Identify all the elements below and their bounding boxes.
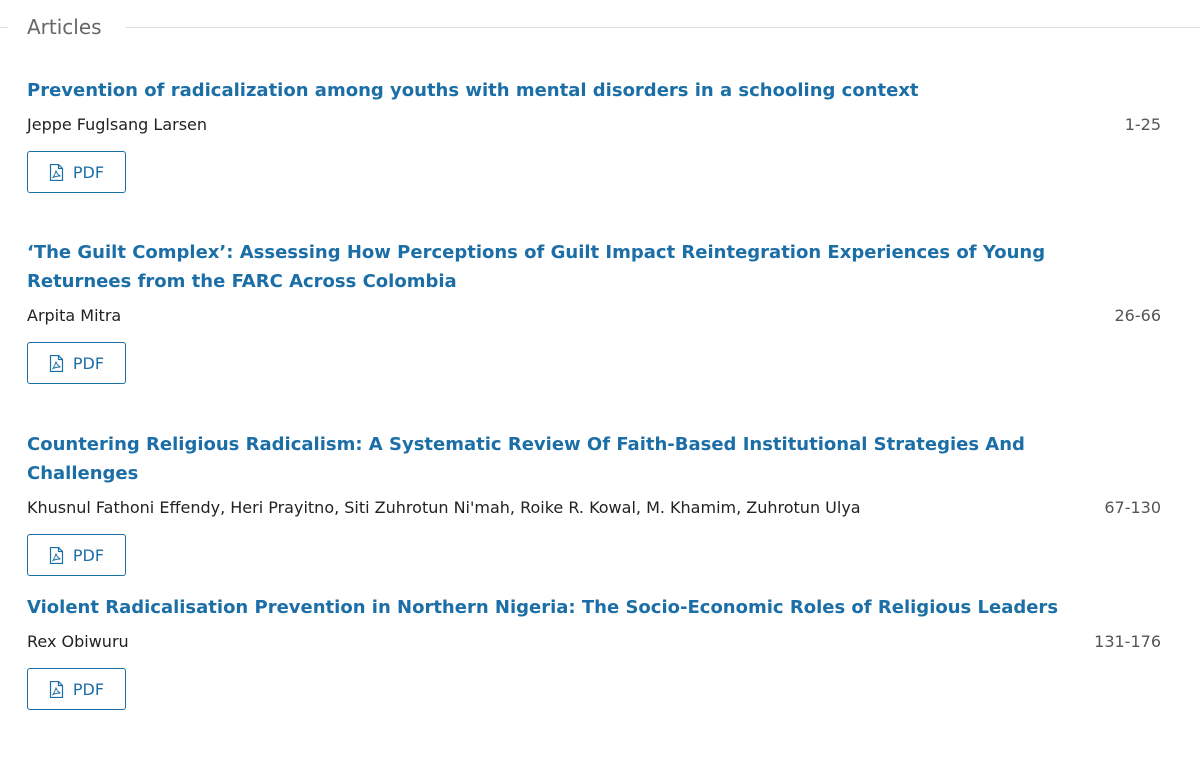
article-pages: 1-25 [1124,115,1161,134]
article-summary: ‘The Guilt Complex’: Assessing How Perce… [27,238,1161,384]
pdf-download-button[interactable]: PDF [27,668,126,710]
article-authors: Rex Obiwuru [27,632,129,651]
section-title: Articles [27,15,102,39]
article-pages: 26-66 [1114,306,1162,325]
pdf-file-icon [49,546,64,564]
article-meta: Jeppe Fuglsang Larsen 1-25 [27,113,1161,137]
article-title-link[interactable]: Countering Religious Radicalism: A Syste… [27,430,1127,488]
article-meta: Khusnul Fathoni Effendy, Heri Prayitno, … [27,496,1161,520]
articles-section-header: Articles [0,0,1200,56]
pdf-file-icon [49,163,64,181]
pdf-button-label: PDF [72,545,105,565]
section-divider [126,27,1200,28]
article-authors: Khusnul Fathoni Effendy, Heri Prayitno, … [27,498,861,517]
article-meta: Rex Obiwuru 131-176 [27,630,1161,654]
article-title-link[interactable]: Prevention of radicalization among youth… [27,76,1127,105]
article-pages: 131-176 [1094,632,1161,651]
pdf-button-label: PDF [72,162,105,182]
article-authors: Arpita Mitra [27,306,122,325]
article-summary: Violent Radicalisation Prevention in Nor… [27,593,1161,710]
article-pages: 67-130 [1104,498,1161,517]
pdf-download-button[interactable]: PDF [27,342,126,384]
pdf-download-button[interactable]: PDF [27,151,126,193]
pdf-button-label: PDF [72,353,105,373]
article-meta: Arpita Mitra 26-66 [27,304,1161,328]
pdf-button-label: PDF [72,679,105,699]
article-title-link[interactable]: ‘The Guilt Complex’: Assessing How Perce… [27,238,1127,296]
article-summary: Countering Religious Radicalism: A Syste… [27,430,1161,576]
article-authors: Jeppe Fuglsang Larsen [27,115,208,134]
pdf-file-icon [49,680,64,698]
article-title-link[interactable]: Violent Radicalisation Prevention in Nor… [27,593,1127,622]
section-divider [0,27,8,28]
article-summary: Prevention of radicalization among youth… [27,76,1161,193]
pdf-file-icon [49,354,64,372]
pdf-download-button[interactable]: PDF [27,534,126,576]
